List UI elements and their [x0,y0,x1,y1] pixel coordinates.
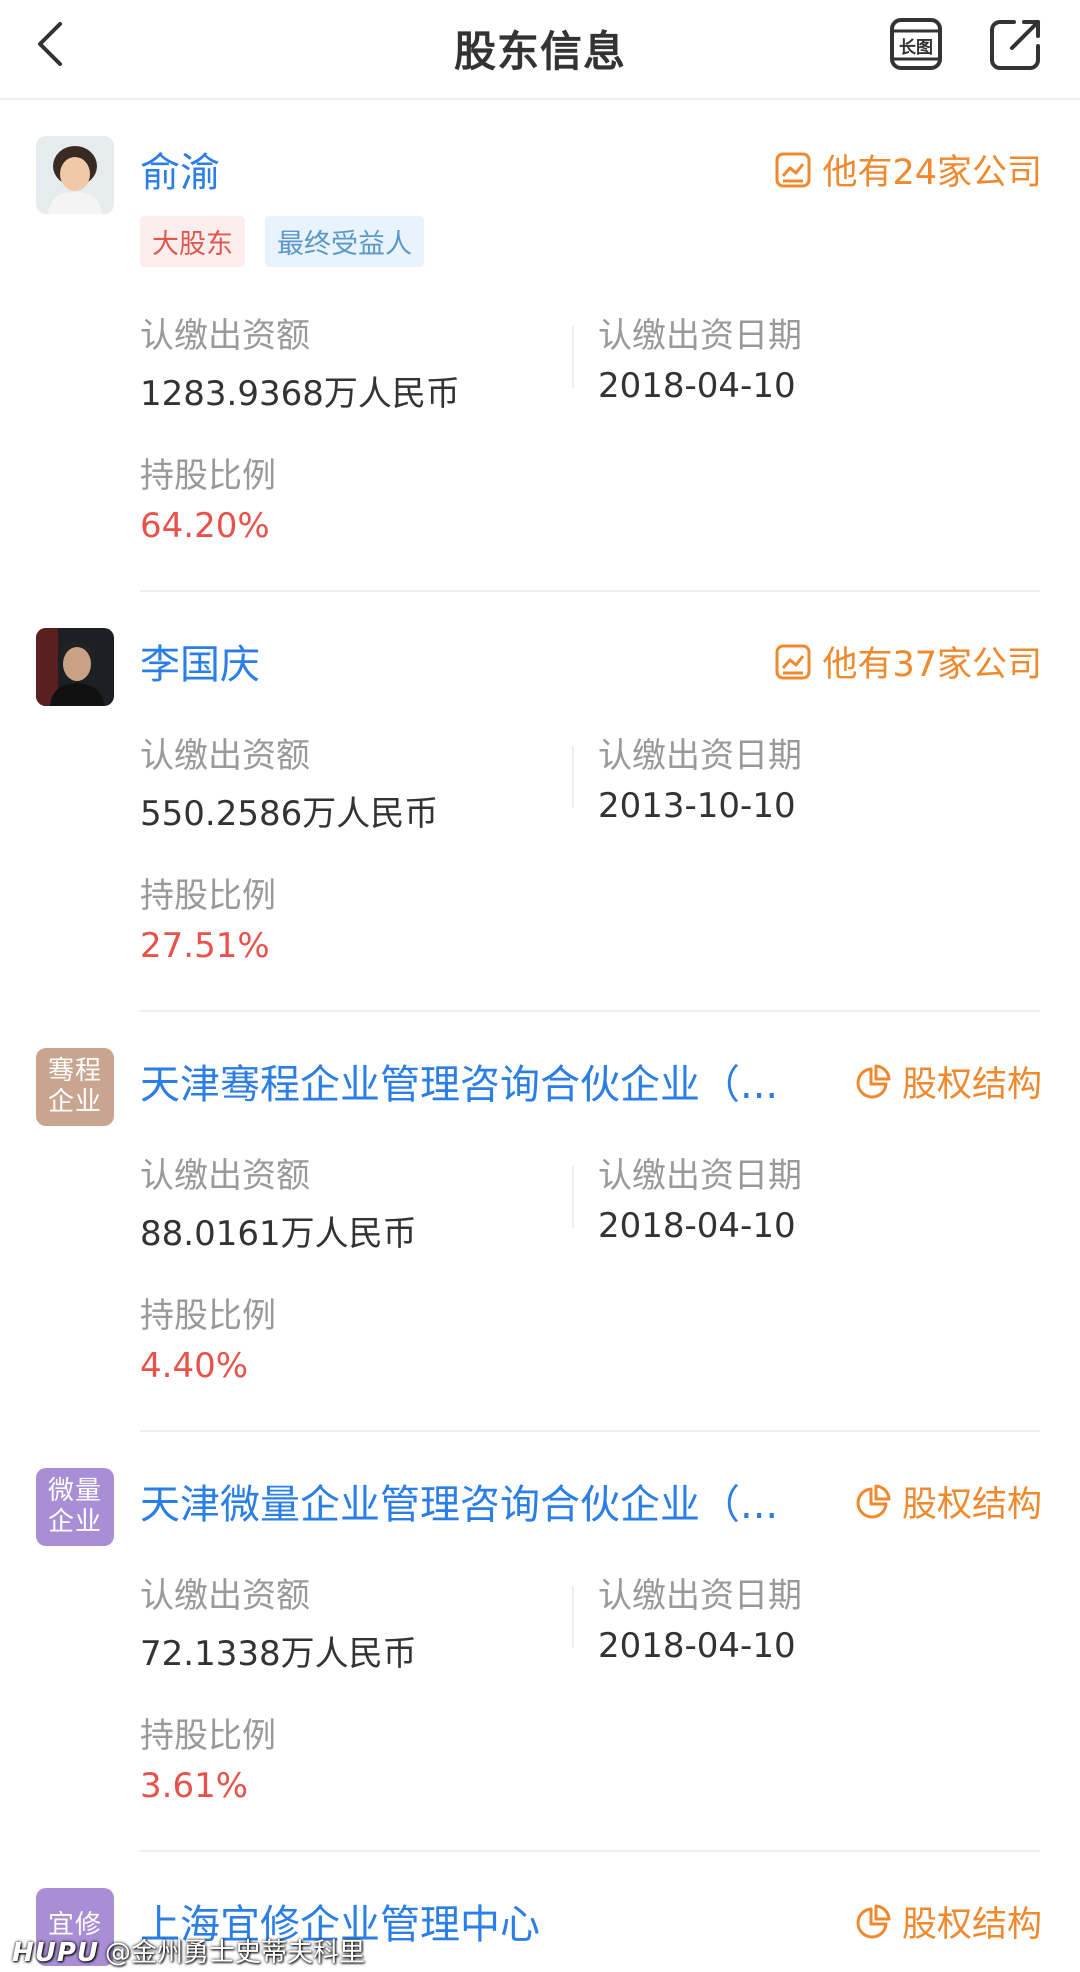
amount-value: 72.1338万人民币 [140,1634,417,1674]
major-shareholder-tag: 大股东 [140,216,245,267]
shareholder-card[interactable]: 微量企业 天津微量企业管理咨询合伙企业（... 股权结构 认缴出资额 72.13… [0,1468,1080,1852]
related-companies-label: 他有37家公司 [822,645,1042,685]
date-value: 2018-04-10 [598,366,796,406]
share-button[interactable] [988,16,1044,72]
shareholder-name[interactable]: 天津骞程企业管理咨询合伙企业（... [140,1052,820,1110]
equity-structure-label: 股权结构 [901,1065,1042,1105]
row-divider [140,1430,1040,1432]
ratio-value: 3.61% [140,1766,249,1806]
top-nav-bar: 股东信息 长图 [0,0,1080,100]
equity-structure-link[interactable]: 股权结构 [854,1056,1042,1107]
ratio-label: 持股比例 [140,876,276,916]
avatar [36,628,114,706]
column-divider [572,1586,574,1648]
column-divider [572,1166,574,1228]
column-divider [572,746,574,808]
avatar [36,136,114,214]
ratio-label: 持股比例 [140,1716,276,1756]
ratio-value: 4.40% [140,1346,249,1386]
equity-structure-link[interactable]: 股权结构 [854,1896,1042,1947]
shareholder-card[interactable]: 李国庆 他有37家公司 认缴出资额 550.2586万人民币 认缴出资日期 20… [0,628,1080,1012]
row-divider [140,590,1040,592]
chart-icon [775,152,811,187]
pie-chart-icon [856,1904,891,1938]
related-companies-label: 他有24家公司 [822,153,1042,193]
share-icon [990,20,1040,70]
date-label: 认缴出资日期 [598,1576,802,1616]
ratio-value: 27.51% [140,926,270,966]
ratio-value: 64.20% [140,506,270,546]
date-label: 认缴出资日期 [598,1156,802,1196]
amount-label: 认缴出资额 [140,736,310,776]
equity-structure-link[interactable]: 股权结构 [854,1476,1042,1527]
amount-label: 认缴出资额 [140,1156,310,1196]
shareholder-name[interactable]: 天津微量企业管理咨询合伙企业（... [140,1472,820,1530]
date-value: 2018-04-10 [598,1206,796,1246]
watermark-brand: HUPU [12,1938,100,1968]
related-companies-link[interactable]: 他有24家公司 [774,144,1042,195]
date-label: 认缴出资日期 [598,316,802,356]
long-image-label: 长图 [899,37,933,58]
long-image-icon: 长图 [890,18,942,70]
ratio-label: 持股比例 [140,1296,276,1336]
date-value: 2013-10-10 [598,786,796,826]
company-logo: 微量企业 [36,1468,114,1546]
equity-structure-label: 股权结构 [901,1905,1042,1945]
amount-value: 1283.9368万人民币 [140,374,460,414]
amount-label: 认缴出资额 [140,1576,310,1616]
shareholder-name[interactable]: 俞渝 [140,140,220,198]
ultimate-beneficiary-tag: 最终受益人 [265,216,424,267]
shareholder-name[interactable]: 李国庆 [140,632,260,690]
amount-label: 认缴出资额 [140,316,310,356]
pie-chart-icon [856,1484,891,1518]
column-divider [572,326,574,388]
long-image-button[interactable]: 长图 [888,16,944,72]
date-value: 2018-04-10 [598,1626,796,1666]
amount-value: 550.2586万人民币 [140,794,439,834]
watermark-text: @金州勇士史蒂夫科里 [105,1938,366,1968]
ratio-label: 持股比例 [140,456,276,496]
tag-list: 大股东 最终受益人 [140,216,424,267]
amount-value: 88.0161万人民币 [140,1214,417,1254]
shareholder-card[interactable]: 骞程企业 天津骞程企业管理咨询合伙企业（... 股权结构 认缴出资额 88.01… [0,1048,1080,1432]
watermark: HUPU @金州勇士史蒂夫科里 [12,1932,365,1969]
row-divider [140,1010,1040,1012]
pie-chart-icon [856,1064,891,1098]
row-divider [140,1850,1040,1852]
date-label: 认缴出资日期 [598,736,802,776]
shareholder-card[interactable]: 俞渝 他有24家公司 大股东 最终受益人 认缴出资额 1283.9368万人民币… [0,136,1080,592]
equity-structure-label: 股权结构 [901,1485,1042,1525]
related-companies-link[interactable]: 他有37家公司 [774,636,1042,687]
chart-icon [775,644,811,679]
company-logo: 骞程企业 [36,1048,114,1126]
